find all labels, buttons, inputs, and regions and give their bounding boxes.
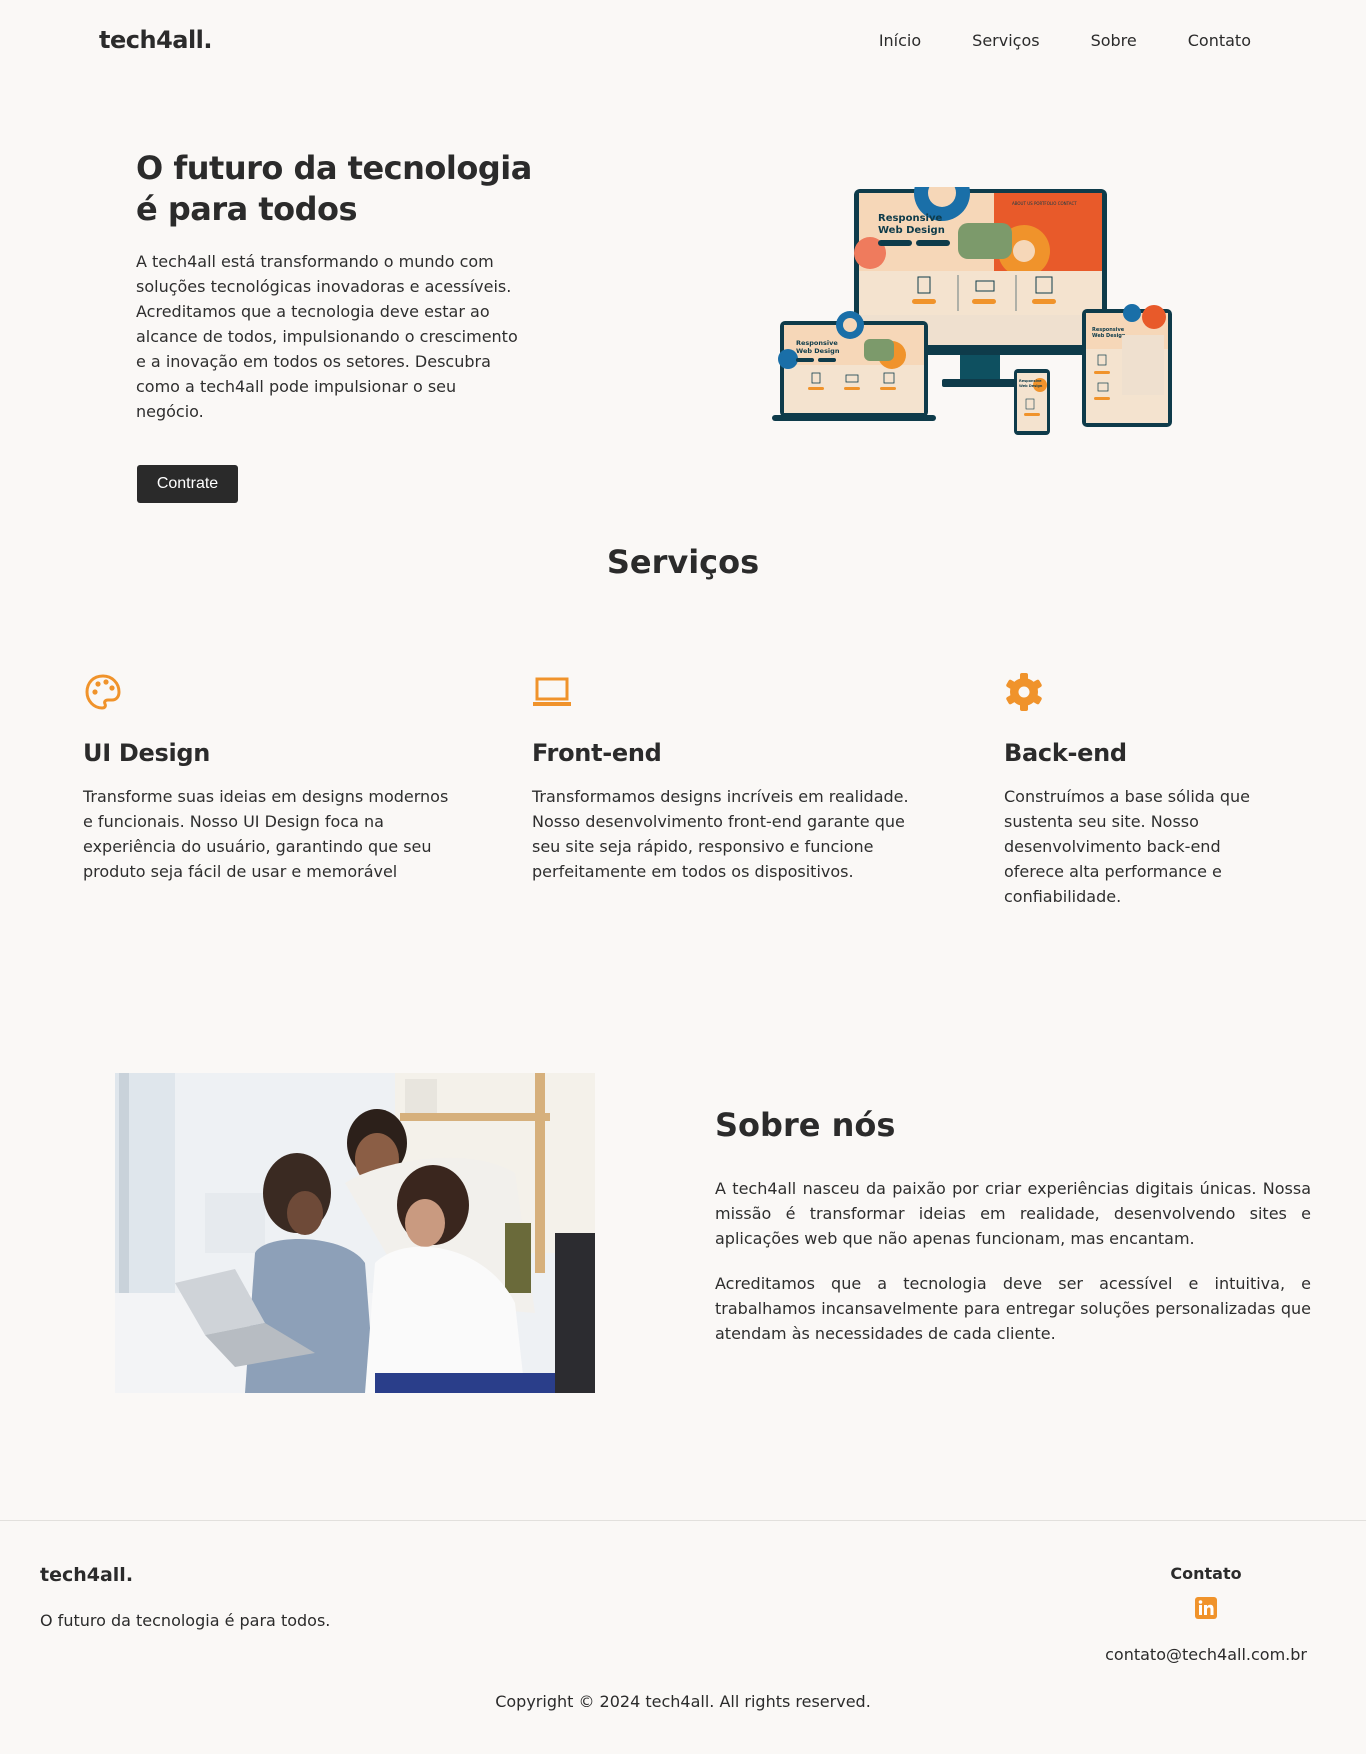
nav-link-inicio[interactable]: Início: [879, 31, 921, 50]
about-text: A tech4all nasceu da paixão por criar ex…: [715, 1176, 1311, 1346]
navbar: tech4all. Início Serviços Sobre Contato: [0, 0, 1366, 84]
nav-link-sobre[interactable]: Sobre: [1091, 31, 1137, 50]
nav-link-contato[interactable]: Contato: [1188, 31, 1251, 50]
monitor-title-line2: Web Design: [878, 225, 945, 236]
about-title: Sobre nós: [715, 1106, 896, 1144]
footer-copyright: Copyright © 2024 tech4all. All rights re…: [495, 1692, 871, 1711]
nav-link-servicos[interactable]: Serviços: [972, 31, 1039, 50]
service-back-end: Back-end Construímos a base sólida que s…: [1004, 672, 1366, 909]
service-text: Transforme suas ideias em designs modern…: [83, 787, 449, 881]
footer-tagline: O futuro da tecnologia é para todos.: [40, 1611, 331, 1630]
svg-text:Responsive: Responsive: [1019, 379, 1042, 383]
footer-divider: [0, 1520, 1366, 1521]
laptop-illustration: Responsive Web Design: [772, 311, 936, 421]
svg-text:Web Design: Web Design: [796, 347, 840, 355]
service-front-end: Front-end Transformamos designs incrívei…: [532, 672, 932, 884]
svg-text:Web Design: Web Design: [1019, 384, 1043, 388]
laptop-icon: [533, 677, 571, 706]
linkedin-icon[interactable]: [1195, 1597, 1217, 1619]
phone-illustration: Responsive Web Design: [1014, 369, 1050, 435]
hero-text: A tech4all está transformando o mundo co…: [136, 252, 518, 421]
nav-links: Início Serviços Sobre Contato: [879, 31, 1251, 50]
svg-text:ABOUT US PORTFOLIO CONTACT: ABOUT US PORTFOLIO CONTACT: [1012, 201, 1077, 206]
palette-icon: [85, 674, 121, 710]
footer-contact-title: Contato: [1170, 1564, 1242, 1583]
services-title: Serviços: [606, 543, 760, 581]
service-title: Back-end: [1004, 739, 1127, 767]
svg-text:Web Design: Web Design: [1092, 333, 1126, 339]
service-ui-design: UI Design Transforme suas ideias em desi…: [83, 672, 483, 884]
service-text: Transformamos designs incríveis em reali…: [532, 787, 909, 881]
svg-text:Responsive: Responsive: [796, 339, 838, 347]
hero-title: O futuro da tecnologia é para todos: [136, 149, 532, 228]
service-text: Construímos a base sólida que sustenta s…: [1004, 787, 1250, 906]
service-title: Front-end: [532, 739, 662, 767]
responsive-devices-illustration: Responsive Web Design ABOUT US PORTFOLIO…: [772, 187, 1172, 435]
service-title: UI Design: [83, 739, 211, 767]
about-paragraph: A tech4all nasceu da paixão por criar ex…: [715, 1179, 1311, 1248]
footer-logo: tech4all.: [40, 1564, 134, 1586]
gear-icon: [1006, 673, 1042, 711]
footer-email[interactable]: contato@tech4all.com.br: [1105, 1645, 1307, 1664]
about-paragraph: Acreditamos que a tecnologia deve ser ac…: [715, 1274, 1311, 1343]
monitor-title-line1: Responsive: [878, 213, 942, 224]
contrate-button[interactable]: Contrate: [137, 465, 238, 503]
team-photo: [115, 1073, 595, 1393]
site-logo[interactable]: tech4all.: [99, 26, 213, 54]
tablet-illustration: Responsive Web Design: [1082, 304, 1172, 427]
